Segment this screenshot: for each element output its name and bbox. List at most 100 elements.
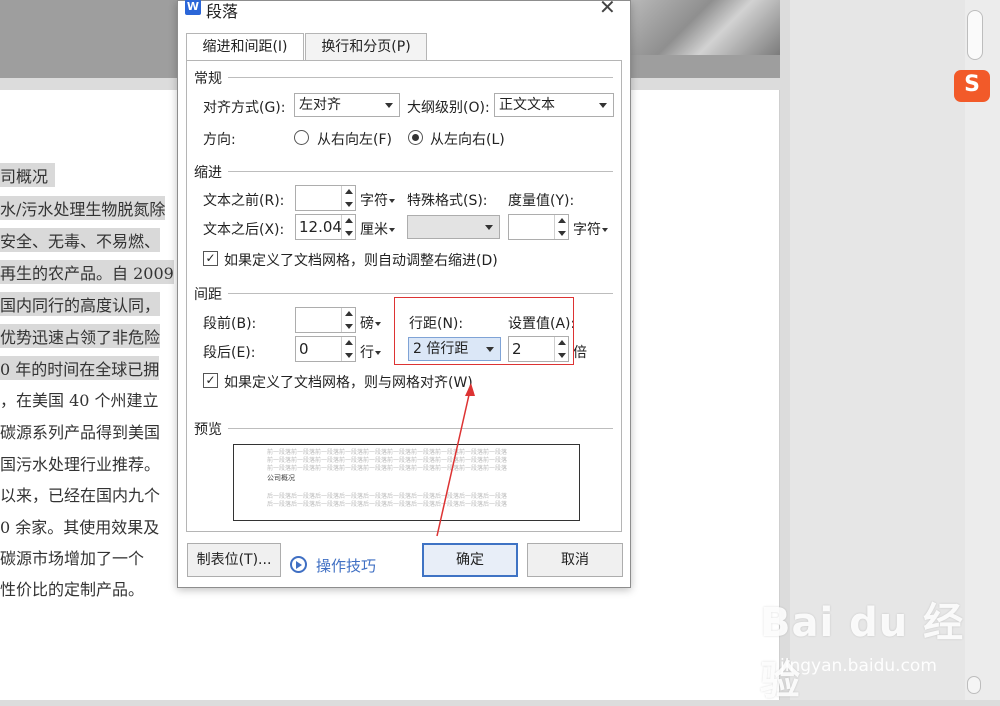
align-label: 对齐方式(G): — [203, 100, 286, 116]
space-after-stepper[interactable]: 0 — [295, 336, 356, 362]
indent-after-value: 12.04 — [299, 218, 342, 236]
indent-after-label: 文本之后(X): — [203, 222, 285, 238]
ltr-radio[interactable] — [408, 130, 423, 145]
spin-up-icon[interactable] — [345, 311, 353, 316]
space-after-value: 0 — [299, 340, 309, 358]
doc-line: 碳源系列产品得到美国 — [0, 423, 161, 442]
highlight-box — [394, 297, 574, 365]
spin-down-icon[interactable] — [345, 202, 353, 207]
doc-line: 0 余家。其使用效果及 — [0, 518, 160, 537]
sogou-ime-icon[interactable]: S — [954, 70, 990, 102]
chevron-down-icon — [602, 228, 608, 232]
indent-before-label: 文本之前(R): — [203, 193, 285, 209]
special-format-select[interactable] — [407, 215, 500, 239]
ltr-label[interactable]: 从左向右(L) — [430, 129, 505, 149]
rtl-radio[interactable] — [294, 130, 309, 145]
doc-line: 司概况 — [0, 163, 55, 187]
watermark-url: jingyan.baidu.com — [780, 656, 937, 676]
divider — [228, 171, 613, 172]
auto-adjust-checkbox[interactable]: ✓ — [203, 251, 218, 266]
tab-stops-button[interactable]: 制表位(T)... — [187, 543, 281, 577]
preview-next-line: 后一段落后一段落后一段落后一段落后一段落后一段落后一段落后一段落后一段落后一段落 — [267, 501, 508, 508]
space-after-unit[interactable]: 行 — [360, 342, 381, 362]
chevron-down-icon — [599, 103, 607, 108]
spin-up-icon[interactable] — [345, 189, 353, 194]
space-before-unit[interactable]: 磅 — [360, 313, 381, 333]
chevron-down-icon — [375, 351, 381, 355]
chevron-down-icon — [389, 199, 395, 203]
section-preview-title: 预览 — [194, 422, 222, 438]
direction-label: 方向: — [203, 132, 236, 148]
unit-label: 字符 — [360, 193, 388, 209]
watermark-text: Bai du 经验 — [760, 600, 965, 704]
align-value: 左对齐 — [299, 97, 341, 113]
divider — [228, 428, 613, 429]
doc-line: 碳源市场增加了一个 — [0, 549, 145, 568]
cancel-button[interactable]: 取消 — [527, 543, 623, 577]
spin-down-icon[interactable] — [345, 231, 353, 236]
wps-app-icon: W — [185, 0, 201, 15]
special-format-label: 特殊格式(S): — [407, 193, 488, 209]
divider — [228, 293, 613, 294]
measure-stepper[interactable] — [508, 214, 569, 240]
doc-line: 安全、无毒、不易燃、 — [0, 228, 161, 252]
paragraph-preview: 前一段落前一段落前一段落前一段落前一段落前一段落前一段落前一段落前一段落前一段落… — [233, 444, 580, 521]
doc-line: 0 年的时间在全球已拥 — [0, 356, 160, 380]
doc-line: 以来，已经在国内九个 — [0, 486, 161, 505]
auto-adjust-label[interactable]: 如果定义了文档网格，则自动调整右缩进(D) — [224, 250, 498, 270]
indent-before-stepper[interactable] — [295, 185, 356, 211]
measure-label: 度量值(Y): — [508, 193, 575, 209]
doc-line: 优势迅速占领了非危险 — [0, 324, 161, 348]
unit-label: 行 — [360, 345, 374, 361]
space-before-stepper[interactable] — [295, 307, 356, 333]
chevron-down-icon — [485, 225, 493, 230]
spin-up-icon[interactable] — [345, 218, 353, 223]
spin-up-icon[interactable] — [558, 218, 566, 223]
tab-indent-spacing[interactable]: 缩进和间距(I) — [186, 33, 304, 62]
unit-label: 字符 — [573, 222, 601, 238]
measure-unit[interactable]: 字符 — [573, 219, 608, 239]
indent-after-unit[interactable]: 厘米 — [360, 219, 395, 239]
spin-down-icon[interactable] — [345, 353, 353, 358]
doc-line: ，在美国 40 个州建立 — [0, 391, 159, 410]
space-after-label: 段后(E): — [203, 345, 256, 361]
divider — [228, 77, 613, 78]
unit-label: 磅 — [360, 316, 374, 332]
rtl-label[interactable]: 从右向左(F) — [317, 129, 392, 149]
doc-line: 性价比的定制产品。 — [0, 580, 145, 599]
baidu-watermark: Bai du 经验 — [760, 590, 1000, 706]
chevron-down-icon — [389, 228, 395, 232]
preview-prev-line: 前一段落前一段落前一段落前一段落前一段落前一段落前一段落前一段落前一段落前一段落 — [267, 465, 508, 472]
outline-value: 正文文本 — [499, 97, 555, 113]
dialog-title: 段落 — [206, 2, 239, 21]
indent-after-stepper[interactable]: 12.04 — [295, 214, 356, 240]
section-general-title: 常规 — [194, 71, 222, 87]
snap-to-grid-label[interactable]: 如果定义了文档网格，则与网格对齐(W) — [224, 372, 473, 392]
section-indent-title: 缩进 — [194, 165, 222, 181]
paragraph-dialog: W 段落 ✕ 缩进和间距(I) 换行和分页(P) 常规 对齐方式(G): 左对齐… — [177, 0, 631, 588]
close-icon[interactable]: ✕ — [599, 0, 616, 19]
spin-down-icon[interactable] — [345, 324, 353, 329]
doc-line: 国内同行的高度认同， — [0, 292, 161, 316]
unit-label: 厘米 — [360, 222, 388, 238]
tab-line-page-breaks[interactable]: 换行和分页(P) — [305, 33, 427, 61]
align-select[interactable]: 左对齐 — [294, 93, 400, 117]
preview-sample: 公司概况 — [267, 474, 295, 482]
space-before-label: 段前(B): — [203, 316, 257, 332]
indent-before-unit[interactable]: 字符 — [360, 190, 395, 210]
section-spacing-title: 间距 — [194, 287, 222, 303]
outline-label: 大纲级别(O): — [407, 100, 490, 116]
doc-line: 国污水处理行业推荐。 — [0, 455, 161, 474]
scrollbar-thumb[interactable] — [967, 10, 983, 60]
spin-up-icon[interactable] — [345, 340, 353, 345]
tips-link[interactable]: 操作技巧 — [316, 555, 376, 576]
chevron-down-icon — [375, 322, 381, 326]
spin-down-icon[interactable] — [558, 231, 566, 236]
snap-to-grid-checkbox[interactable]: ✓ — [203, 373, 218, 388]
play-circle-icon[interactable] — [290, 556, 307, 573]
outline-select[interactable]: 正文文本 — [494, 93, 614, 117]
ok-button[interactable]: 确定 — [422, 543, 518, 577]
doc-line: 再生的农产品。自 2009 — [0, 260, 174, 284]
doc-line: 水/污水处理生物脱氮除 — [0, 196, 166, 220]
document-image — [630, 0, 780, 55]
